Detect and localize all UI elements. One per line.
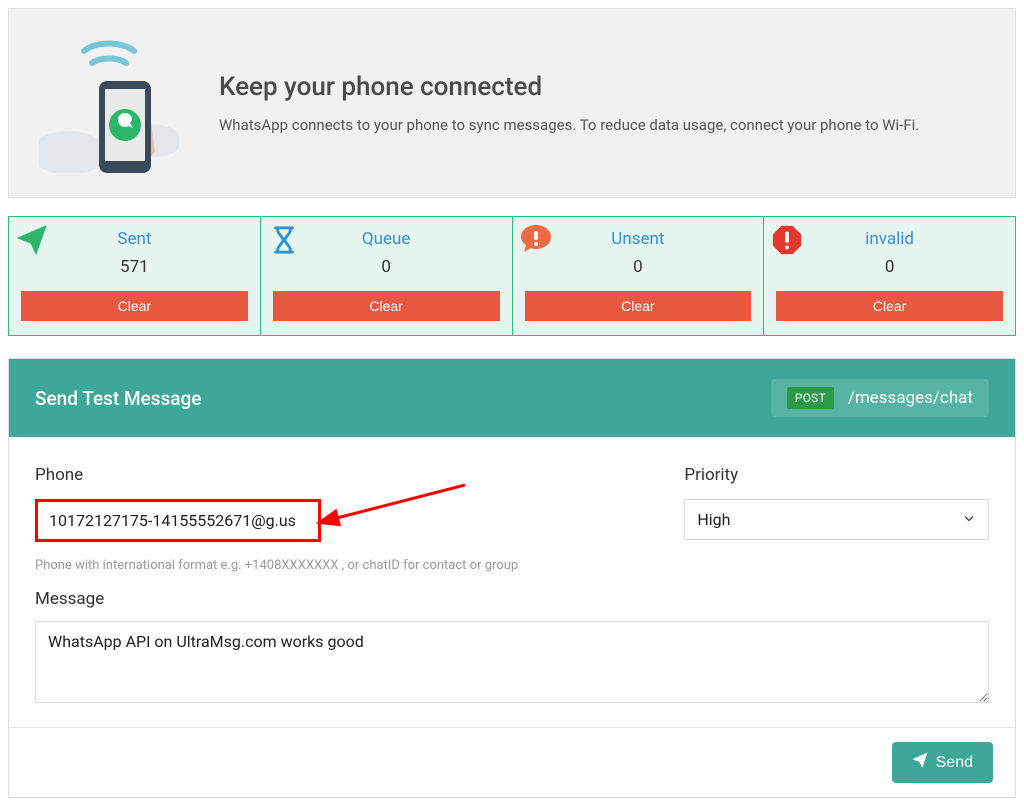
endpoint-tag: POST /messages/chat xyxy=(771,379,989,417)
panel-footer: Send xyxy=(9,727,1015,797)
stats-row: Sent 571 Clear Queue 0 Clear Unsent 0 Cl… xyxy=(8,216,1016,336)
stat-value: 0 xyxy=(774,257,1005,277)
banner-title: Keep your phone connected xyxy=(219,72,919,102)
message-textarea[interactable] xyxy=(35,621,989,703)
phone-input[interactable] xyxy=(35,499,321,542)
send-button-label: Send xyxy=(936,754,973,772)
panel-body: Phone Priority High Phone with internat xyxy=(9,437,1015,727)
banner-subtitle: WhatsApp connects to your phone to sync … xyxy=(219,116,919,134)
exclamation-bubble-icon xyxy=(519,223,553,257)
stat-sent: Sent 571 Clear xyxy=(9,217,261,335)
clear-unsent-button[interactable]: Clear xyxy=(525,291,752,321)
stat-invalid: invalid 0 Clear xyxy=(764,217,1015,335)
stat-title: Queue xyxy=(271,229,502,249)
phone-help-text: Phone with international format e.g. +14… xyxy=(35,558,989,573)
paper-plane-icon xyxy=(912,752,928,773)
paper-plane-icon xyxy=(15,223,49,257)
stat-value: 571 xyxy=(19,257,250,277)
stat-queue: Queue 0 Clear xyxy=(261,217,513,335)
endpoint-path: /messages/chat xyxy=(848,388,973,408)
priority-value: High xyxy=(685,500,988,539)
phone-wifi-illustration xyxy=(39,33,179,173)
stat-title: Sent xyxy=(19,229,250,249)
http-method-badge: POST xyxy=(787,387,834,409)
stat-value: 0 xyxy=(523,257,754,277)
send-message-panel: Send Test Message POST /messages/chat Ph… xyxy=(8,358,1016,798)
stat-unsent: Unsent 0 Clear xyxy=(513,217,765,335)
clear-invalid-button[interactable]: Clear xyxy=(776,291,1003,321)
banner: Keep your phone connected WhatsApp conne… xyxy=(8,8,1016,198)
clear-queue-button[interactable]: Clear xyxy=(273,291,500,321)
stat-value: 0 xyxy=(271,257,502,277)
panel-title: Send Test Message xyxy=(35,387,202,410)
stat-title: Unsent xyxy=(523,229,754,249)
clear-sent-button[interactable]: Clear xyxy=(21,291,248,321)
stop-exclamation-icon xyxy=(770,223,804,257)
priority-select[interactable]: High xyxy=(684,499,989,540)
banner-text: Keep your phone connected WhatsApp conne… xyxy=(219,72,919,134)
priority-label: Priority xyxy=(684,465,989,485)
hourglass-icon xyxy=(267,223,301,257)
stat-title: invalid xyxy=(774,229,1005,249)
message-label: Message xyxy=(35,589,989,609)
phone-label: Phone xyxy=(35,465,644,485)
panel-header: Send Test Message POST /messages/chat xyxy=(9,359,1015,437)
send-button[interactable]: Send xyxy=(892,742,993,783)
